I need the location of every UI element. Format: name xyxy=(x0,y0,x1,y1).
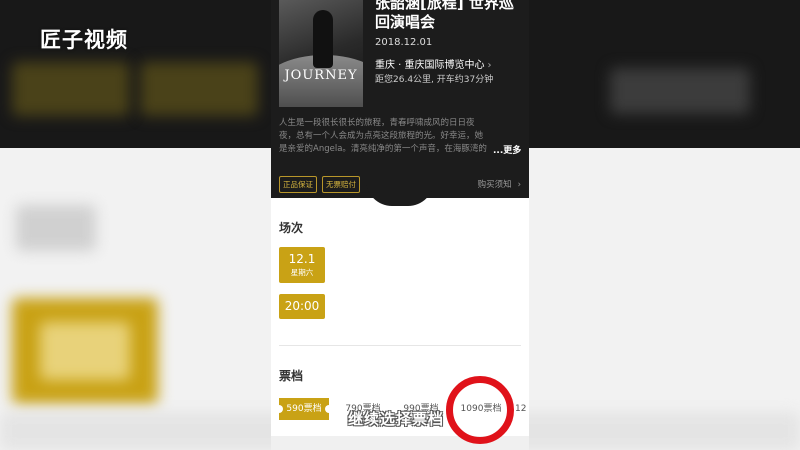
event-description: 人生是一段很长很长的旅程，青春呼啸成风的日日夜夜，总有一个人会成为点亮这段旅程的… xyxy=(279,118,487,154)
event-card: JOURNEY 张韶涵[旅程] 世界巡回演唱会 2018.12.01 重庆 · … xyxy=(271,0,529,206)
event-date: 2018.12.01 xyxy=(375,37,433,48)
event-venue-link[interactable]: 重庆 · 重庆国际博览中心 › xyxy=(375,56,492,71)
buy-notice-label: 购买须知 xyxy=(477,180,512,190)
blurred-button xyxy=(140,62,258,116)
session-date-weekday: 星期六 xyxy=(290,268,314,277)
event-poster[interactable]: JOURNEY xyxy=(279,0,363,107)
session-date-day: 12.1 xyxy=(288,252,316,266)
more-link[interactable]: ...更多 xyxy=(493,143,521,156)
badge-authentic: 正品保证 xyxy=(279,176,317,193)
sessions-title: 场次 xyxy=(279,221,304,235)
video-subtitle: 继续选择票档 xyxy=(348,410,445,428)
session-time-button[interactable]: 20:00 xyxy=(279,294,325,319)
highlight-ring xyxy=(446,376,514,444)
blurred-date-label xyxy=(40,322,130,380)
event-title: 张韶涵[旅程] 世界巡回演唱会 xyxy=(375,0,514,31)
video-watermark: 匠子视频 xyxy=(40,28,128,52)
poster-title: JOURNEY xyxy=(284,68,358,83)
section-divider xyxy=(279,345,521,346)
ticket-tier-partial[interactable]: 12 xyxy=(515,398,529,420)
tickets-title: 票档 xyxy=(279,369,304,383)
buy-notice-link[interactable]: 购买须知 › xyxy=(478,178,521,190)
blurred-text xyxy=(16,205,96,251)
chevron-right-icon: › xyxy=(487,60,492,71)
session-date-button[interactable]: 12.1 星期六 xyxy=(279,247,325,283)
ticket-tier-590[interactable]: 590票档 xyxy=(275,398,333,420)
badge-refund: 无票赔付 xyxy=(322,176,360,193)
blurred-button xyxy=(12,62,130,116)
poster-figure xyxy=(313,10,333,68)
blurred-pill xyxy=(610,68,750,114)
chevron-right-icon: › xyxy=(517,180,521,190)
venue-label: 重庆 · 重庆国际博览中心 xyxy=(375,60,485,71)
guarantee-badges: 正品保证 无票赔付 xyxy=(279,176,360,193)
event-distance: 距您26.4公里, 开车约37分钟 xyxy=(375,75,494,85)
